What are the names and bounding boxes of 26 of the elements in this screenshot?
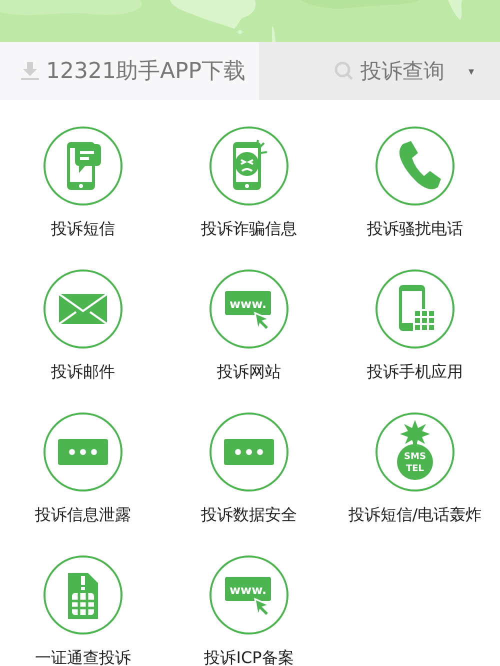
chat-dots-icon	[43, 412, 123, 492]
service-link[interactable]: 投诉骚扰电话	[367, 219, 463, 239]
download-link[interactable]: 12321助手APP下载	[0, 42, 259, 100]
service-link[interactable]: 投诉ICP备案	[204, 648, 294, 666]
service-link[interactable]: 投诉短信	[51, 219, 115, 239]
phone-angry-face-icon	[209, 126, 289, 206]
query-button[interactable]: 投诉查询 ▾	[259, 42, 500, 100]
phone-handset-icon	[375, 126, 455, 206]
service-link[interactable]: 投诉短信/电话轰炸	[348, 505, 482, 525]
service-link[interactable]: 投诉数据安全	[201, 505, 297, 525]
browser-cursor-icon: www.	[209, 269, 289, 349]
service-link[interactable]: 投诉诈骗信息	[201, 219, 297, 239]
browser-cursor-icon: www.	[209, 555, 289, 635]
service-link[interactable]: 一证通查投诉	[35, 648, 131, 666]
phone-grid-icon	[375, 269, 455, 349]
phone-chat-icon	[43, 126, 123, 206]
service-link[interactable]: 投诉信息泄露	[35, 505, 131, 525]
service-link[interactable]: 投诉邮件	[51, 362, 115, 382]
chat-dots-icon	[209, 412, 289, 492]
service-link[interactable]: 投诉网站	[217, 362, 281, 382]
envelope-icon	[43, 269, 123, 349]
search-icon	[334, 61, 354, 81]
download-icon	[20, 61, 40, 81]
service-link[interactable]: 投诉手机应用	[367, 362, 463, 382]
bomb-icon: SMS TEL	[375, 412, 455, 492]
sim-card-icon	[43, 555, 123, 635]
